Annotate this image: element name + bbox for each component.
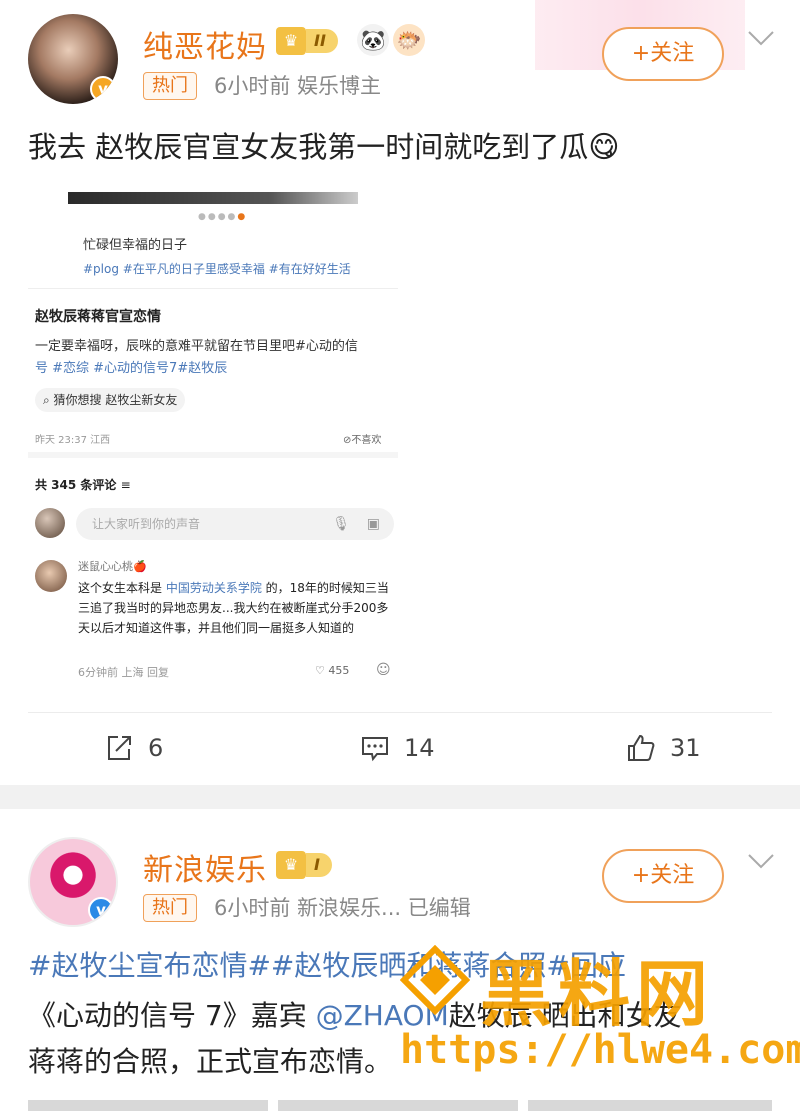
chevron-down-icon[interactable] [746,851,776,871]
comment-icon [362,737,388,762]
comment-placeholder: 让大家听到你的声音 [92,517,201,531]
rank-level: II [306,29,338,53]
comment-like-count: 455 [328,664,350,677]
mention-link[interactable]: @ZHAOM [316,999,449,1032]
guess-search-label: 猜你想搜 赵牧尘新女友 [53,393,178,407]
divider [28,712,772,713]
emoji-icon: ☺ [376,662,391,678]
post-text: 蒋蒋的合照，正式宣布恋情。 [28,1045,393,1078]
post-text-part: 赵牧辰 晒出和女友 [448,999,682,1032]
hot-tag: 热门 [143,72,197,100]
heart-icon: ♡ [315,664,329,677]
rank-badge[interactable]: ♛ II [276,27,338,55]
embed-comment-count: 共 345 条评论 ≡ [35,476,131,493]
post-text: 《心动的信号 7》嘉宾 @ZHAOM赵牧辰 晒出和女友 [28,994,682,1034]
comment-count-label: 共 345 条评论 [35,478,117,492]
embedded-screenshot[interactable]: ●●●●● 忙碌但幸福的日子 #plog #在平凡的日子里感受幸福 #有在好好生… [28,190,408,690]
post-hashtags[interactable]: #赵牧尘宣布恋情##赵牧辰晒和蒋蒋合照#回应 [28,944,626,984]
embed-article-body-line: 一定要幸福呀，辰咪的意难平就留在节目里吧#心动的信 [35,339,358,354]
embed-article-body: 一定要幸福呀，辰咪的意难平就留在节目里吧#心动的信 号 #恋综 #心动的信号7#… [35,336,395,380]
embedded-photo [68,192,358,204]
rank-badge[interactable]: ♛ I [276,851,332,879]
comment-link: 中国劳动关系学院 [165,581,262,595]
apple-icon: 🍎 [133,560,147,573]
avatar [35,508,65,538]
rank-level: I [306,853,332,877]
post-text-content: 我去 赵牧辰官宣女友我第一时间就吃到了瓜 [28,130,589,164]
thumbs-up-icon [628,734,655,761]
pufferfish-icon: 🐡 [393,24,425,56]
divider [28,452,398,458]
share-icon [108,736,131,760]
share-count: 6 [148,734,164,762]
post-text: 我去 赵牧辰官宣女友我第一时间就吃到了瓜😋 [28,122,620,173]
embed-article-title: 赵牧辰蒋蒋官宣恋情 [35,309,161,325]
like-count: 31 [670,734,701,762]
username[interactable]: 纯恶花妈 [143,22,267,66]
embed-comment-text: 这个女生本科是 中国劳动关系学院 的，18年的时候知三当三追了我当时的异地恋男友… [78,578,398,638]
divider [28,288,398,289]
crown-icon: ♛ [276,27,306,55]
post-separator [0,785,800,809]
drooling-face-icon: 😋 [588,130,620,165]
microphone-icon: 🎙 [332,516,350,532]
chevron-down-icon[interactable] [746,28,776,48]
carousel-dots: ●●●●● [198,212,248,222]
avatar[interactable]: v [28,14,118,104]
embed-comment-likes: ♡ 455 [315,664,349,677]
verified-badge-icon: v [90,76,116,102]
comment-button[interactable]: 14 [360,730,435,766]
embed-comment-input: 让大家听到你的声音 🎙 ▣ [76,508,394,540]
image-thumbnail[interactable] [28,1100,268,1111]
post-text-part: 《心动的信号 7》嘉宾 [28,999,316,1032]
sort-icon: ≡ [120,478,131,492]
verified-badge-icon: v [88,897,114,923]
dislike-label: 不喜欢 [351,435,382,446]
image-thumbnail[interactable] [278,1100,518,1111]
panda-icon: 🐼 [357,24,389,56]
username[interactable]: 新浪娱乐 [143,845,267,889]
follow-button[interactable]: +关注 [602,27,724,81]
embed-caption-tags: #plog #在平凡的日子里感受幸福 #有在好好生活 [83,262,351,276]
image-icon: ▣ [366,516,380,532]
embed-comment-time: 6分钟前 上海 回复 [78,666,169,679]
crown-icon: ♛ [276,851,306,879]
commenter-name: 迷鼠心心桃 [78,560,133,573]
embed-article-body-line: 号 #恋综 #心动的信号7#赵牧辰 [35,361,228,376]
avatar [35,560,67,592]
follow-button[interactable]: +关注 [602,849,724,903]
embed-commenter-name: 迷鼠心心桃🍎 [78,558,147,574]
embed-publish-info: 昨天 23:37 江西 [35,435,111,446]
like-button[interactable]: 31 [626,730,701,766]
post-meta: 6小时前 新浪娱乐... 已编辑 [214,896,471,920]
weibo-post-1: v 纯恶花妈 ♛ II 🐼 🐡 热门 6小时前 娱乐博主 +关注 我去 赵牧辰官… [0,0,800,785]
avatar[interactable]: v [28,837,118,927]
comment-count: 14 [404,734,435,762]
embed-caption-title: 忙碌但幸福的日子 [83,238,188,253]
share-button[interactable]: 6 [104,730,163,766]
embed-dislike: ⊘不喜欢 [343,431,381,446]
comment-text-part: 这个女生本科是 [78,581,166,595]
hot-tag: 热门 [143,894,197,922]
guess-search-chip: ⌕ 猜你想搜 赵牧尘新女友 [35,388,186,412]
search-icon: ⌕ [43,393,54,407]
image-thumbnail[interactable] [528,1100,772,1111]
post-meta: 6小时前 娱乐博主 [214,74,382,98]
